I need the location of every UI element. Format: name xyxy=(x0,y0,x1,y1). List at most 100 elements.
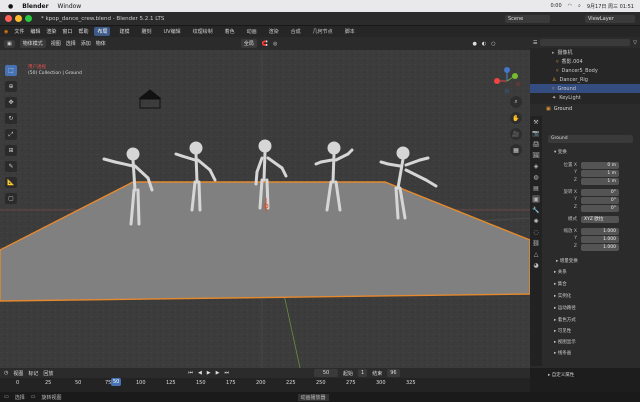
section-line-art[interactable]: ▸ 线条画 xyxy=(554,350,571,356)
jump-start-icon[interactable]: ⏮ xyxy=(188,370,193,376)
tab-shading[interactable]: 着色 xyxy=(222,27,238,36)
measure-tool-icon[interactable]: 📐 xyxy=(5,177,17,188)
constraints-tab-icon[interactable]: ⛓ xyxy=(532,239,540,247)
close-window-button[interactable] xyxy=(5,15,12,22)
outliner-row[interactable]: ▿ Dancer5_Body xyxy=(530,66,640,75)
filter-icon[interactable]: ▽ xyxy=(633,40,637,46)
pan-hand-icon[interactable]: ✋ xyxy=(510,112,522,124)
tab-rendering[interactable]: 渲染 xyxy=(266,27,282,36)
transform-tool-icon[interactable]: ⊞ xyxy=(5,145,17,156)
render-tab-icon[interactable]: 📷 xyxy=(532,129,540,137)
menu-help[interactable]: 帮助 xyxy=(78,28,88,35)
mode-selector[interactable]: 物体模式 xyxy=(19,39,46,48)
tab-compositing[interactable]: 合成 xyxy=(288,27,304,36)
timeline-menu-view[interactable]: 视图 xyxy=(13,370,23,377)
select-box-tool-icon[interactable]: ⬚ xyxy=(5,65,17,76)
scene-tab-icon[interactable]: ◈ xyxy=(532,162,540,170)
menu-add[interactable]: 添加 xyxy=(81,40,91,47)
menu-object[interactable]: 物体 xyxy=(96,40,106,47)
rotation-mode-select[interactable]: XYZ 欧拉 xyxy=(581,216,619,223)
section-motion-paths[interactable]: ▸ 运动路径 xyxy=(554,305,576,311)
editor-type-icon[interactable]: ▣ xyxy=(4,39,15,48)
window-menu[interactable]: Window xyxy=(58,3,82,10)
tab-geometry-nodes[interactable]: 几何节点 xyxy=(310,27,336,36)
scale-z-field[interactable]: 1.000 xyxy=(581,244,619,251)
menu-edit[interactable]: 编辑 xyxy=(30,28,40,35)
location-z-field[interactable]: 1 m xyxy=(581,178,619,185)
tab-uv-editing[interactable]: UV编辑 xyxy=(161,27,184,36)
material-tab-icon[interactable]: ◕ xyxy=(532,261,540,269)
tab-modeling[interactable]: 建模 xyxy=(116,27,132,36)
start-frame-field[interactable]: 1 xyxy=(358,369,368,377)
minimize-window-button[interactable] xyxy=(15,15,22,22)
snap-icon[interactable]: 🧲 xyxy=(262,41,268,47)
zoom-window-button[interactable] xyxy=(25,15,32,22)
location-y-field[interactable]: 1 m xyxy=(581,170,619,177)
object-name-field[interactable]: Ground xyxy=(548,135,633,143)
section-custom-properties[interactable]: ▸ 自定义属性 xyxy=(548,372,574,378)
menu-window[interactable]: 窗口 xyxy=(62,28,72,35)
section-viewport-display[interactable]: ▸ 视图显示 xyxy=(554,339,576,345)
rotation-z-field[interactable]: 0° xyxy=(581,205,619,212)
move-tool-icon[interactable]: ✥ xyxy=(5,97,17,108)
viewlayer-selector[interactable]: ViewLayer xyxy=(585,15,635,23)
tab-animation[interactable]: 动画 xyxy=(244,27,260,36)
playhead[interactable]: 50 xyxy=(111,378,122,386)
annotate-tool-icon[interactable]: ✎ xyxy=(5,161,17,172)
section-shading[interactable]: ▸ 着色方式 xyxy=(554,317,576,323)
menu-file[interactable]: 文件 xyxy=(14,28,24,35)
section-delta-transform[interactable]: ▸ 增量变换 xyxy=(556,258,578,264)
transform-orientation[interactable]: 全局 xyxy=(240,39,257,48)
jump-end-icon[interactable]: ⏭ xyxy=(225,370,230,376)
location-x-field[interactable]: 0 m xyxy=(581,162,619,169)
timeline[interactable]: ◷ 视图 标记 回放 ⏮ ◀ ▶ ▶ ⏭ 50 起始 1 结束 96 0 25 … xyxy=(0,368,530,392)
cursor-tool-icon[interactable]: ⊕ xyxy=(5,81,17,92)
scene-selector[interactable]: Scene xyxy=(505,15,550,23)
zoom-icon[interactable]: ⌕ xyxy=(510,96,522,108)
outliner-row[interactable]: ♙ Dancer_Rig xyxy=(530,75,640,84)
menu-render[interactable]: 渲染 xyxy=(46,28,56,35)
outliner[interactable]: ☰ ▽ ▸ 摄像机 ▿ 香影.004 ▿ Dancer5_Body ♙ Dancer_R… xyxy=(530,37,640,104)
data-tab-icon[interactable]: △ xyxy=(532,250,540,258)
section-instancing[interactable]: ▸ 实例化 xyxy=(554,293,571,299)
shading-material-icon[interactable]: ◐ xyxy=(482,41,486,47)
search-icon[interactable]: ⌕ xyxy=(578,3,581,9)
outliner-editor-icon[interactable]: ☰ xyxy=(533,40,537,46)
view-layer-tab-icon[interactable]: 🖼 xyxy=(532,151,540,159)
physics-tab-icon[interactable]: ◌ xyxy=(532,228,540,236)
particles-tab-icon[interactable]: ✺ xyxy=(532,217,540,225)
section-transform[interactable]: ▾ 变换 xyxy=(554,149,567,155)
timeline-menu-marker[interactable]: 标记 xyxy=(28,370,38,377)
section-relations[interactable]: ▸ 关系 xyxy=(554,269,567,275)
current-frame-field[interactable]: 50 xyxy=(314,369,339,377)
prev-key-icon[interactable]: ◀ xyxy=(198,370,202,376)
outliner-row-selected[interactable]: ▿ Ground xyxy=(530,84,640,93)
rotate-tool-icon[interactable]: ↻ xyxy=(5,113,17,124)
output-tab-icon[interactable]: 🖨 xyxy=(532,140,540,148)
section-visibility[interactable]: ▸ 可见性 xyxy=(554,328,571,334)
play-icon[interactable]: ▶ xyxy=(207,370,211,376)
scale-y-field[interactable]: 1.000 xyxy=(581,236,619,243)
menu-view[interactable]: 视图 xyxy=(51,40,61,47)
section-collections[interactable]: ▸ 集合 xyxy=(554,281,567,287)
modifier-tab-icon[interactable]: 🔧 xyxy=(532,206,540,214)
tab-sculpting[interactable]: 雕刻 xyxy=(138,27,154,36)
timeline-menu-playback[interactable]: 回放 xyxy=(43,370,53,377)
perspective-grid-icon[interactable]: ▦ xyxy=(510,144,522,156)
rotation-y-field[interactable]: 0° xyxy=(581,197,619,204)
outliner-search-field[interactable] xyxy=(540,39,631,46)
end-frame-field[interactable]: 96 xyxy=(387,369,400,377)
outliner-row[interactable]: ✦ KeyLight xyxy=(530,93,640,102)
outliner-row[interactable]: ▿ 香影.004 xyxy=(530,57,640,66)
scale-x-field[interactable]: 1.000 xyxy=(581,228,619,235)
camera-view-icon[interactable]: 🎥 xyxy=(510,128,522,140)
app-menu[interactable]: Blender xyxy=(22,3,48,10)
scale-tool-icon[interactable]: ⤢ xyxy=(5,129,17,140)
tab-texture-paint[interactable]: 纹理绘制 xyxy=(190,27,216,36)
rotation-x-field[interactable]: 0° xyxy=(581,189,619,196)
tab-scripting[interactable]: 脚本 xyxy=(342,27,358,36)
collection-tab-icon[interactable]: ▤ xyxy=(532,184,540,192)
timeline-editor-icon[interactable]: ◷ xyxy=(4,370,8,376)
3d-viewport[interactable]: 用户透视 (50) Collection | Ground xyxy=(0,50,530,368)
wifi-icon[interactable]: ◠ xyxy=(568,3,572,9)
